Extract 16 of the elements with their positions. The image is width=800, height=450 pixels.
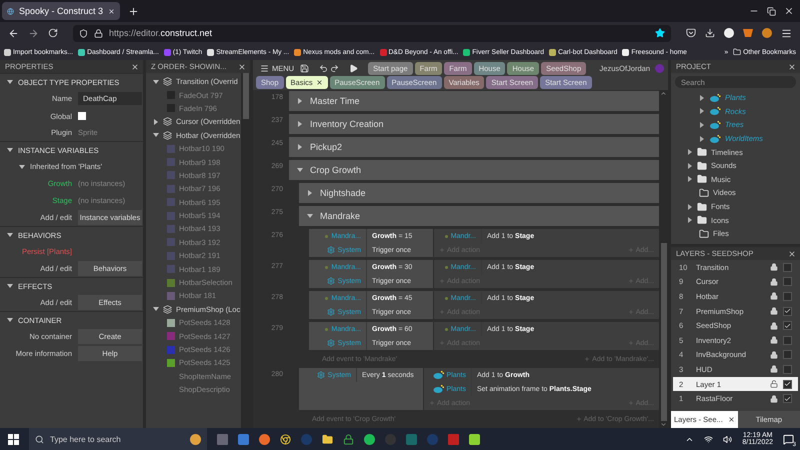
group-title: Pickup2	[310, 142, 342, 152]
event-group[interactable]: Inventory Creation	[289, 114, 659, 134]
event-group[interactable]: Master Time	[289, 91, 659, 111]
group-title: Crop Growth	[310, 165, 362, 175]
event-group[interactable]: Crop Growth	[289, 160, 659, 180]
event-group[interactable]: Nightshade	[299, 183, 659, 203]
event-group[interactable]: Mandrake	[299, 206, 659, 226]
event-group[interactable]: Pickup2	[289, 137, 659, 157]
address-field[interactable]: https://editor.construct.net	[73, 24, 671, 42]
browser-tab[interactable]: Spooky - Construct 3	[2, 2, 120, 20]
group-title: Master Time	[310, 96, 360, 106]
group-title: Inventory Creation	[310, 119, 384, 129]
group-title: Mandrake	[320, 211, 360, 221]
taskbar-search-field[interactable]: Type here to search	[29, 428, 207, 450]
tab-title: Spooky - Construct 3	[18, 6, 104, 16]
group-title: Nightshade	[320, 188, 366, 198]
